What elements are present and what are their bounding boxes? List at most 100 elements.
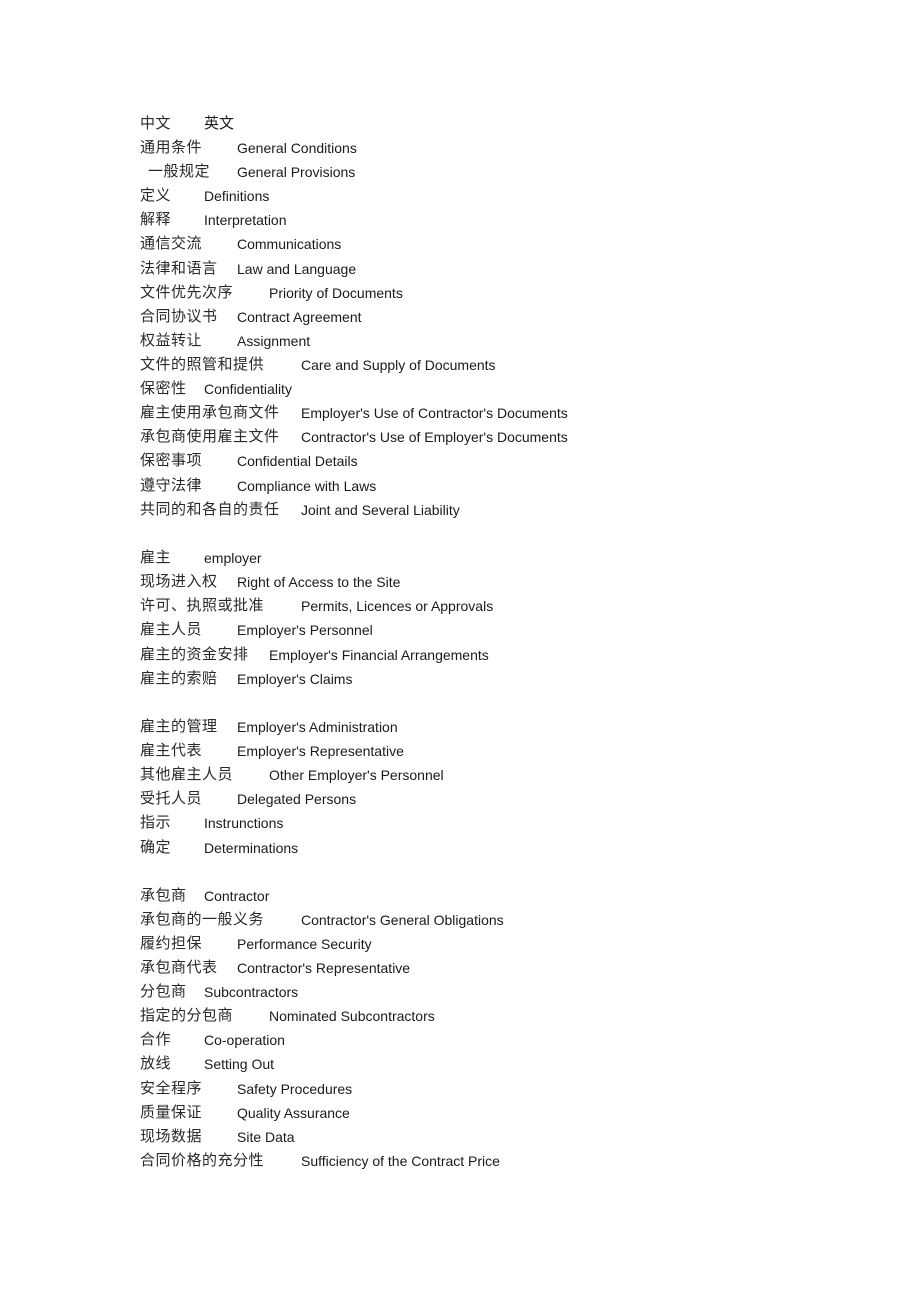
term-chinese: 雇主的资金安排 xyxy=(140,645,249,663)
term-english: Site Data xyxy=(237,1129,295,1145)
term-row: 保密性 Confidentiality xyxy=(0,377,920,399)
term-chinese: 履约担保 xyxy=(140,934,203,952)
term-chinese: 一般规定 xyxy=(148,162,211,180)
term-chinese: 雇主使用承包商文件 xyxy=(140,403,280,421)
term-chinese: 合同价格的充分性 xyxy=(140,1151,265,1169)
term-row: 权益转让 Assignment xyxy=(0,329,920,351)
term-chinese: 合作 xyxy=(140,1030,172,1048)
term-english: Care and Supply of Documents xyxy=(301,357,496,373)
term-row: 分包商 Subcontractors xyxy=(0,980,920,1002)
term-row: 合同价格的充分性 Sufficiency of the Contract Pri… xyxy=(0,1149,920,1171)
term-row: 法律和语言 Law and Language xyxy=(0,257,920,279)
term-english: Employer's Personnel xyxy=(237,622,373,638)
term-row: 通信交流 Communications xyxy=(0,232,920,254)
term-chinese: 共同的和各自的责任 xyxy=(140,500,280,518)
term-english: Confidentiality xyxy=(204,381,292,397)
term-chinese: 安全程序 xyxy=(140,1079,203,1097)
term-row: 保密事项 Confidential Details xyxy=(0,449,920,471)
term-chinese: 分包商 xyxy=(140,982,187,1000)
term-row: 承包商代表 Contractor's Representative xyxy=(0,956,920,978)
term-row: 许可、执照或批准 Permits, Licences or Approvals xyxy=(0,594,920,616)
term-row: 质量保证 Quality Assurance xyxy=(0,1101,920,1123)
term-english: Setting Out xyxy=(204,1056,275,1072)
term-row: 雇主代表 Employer's Representative xyxy=(0,739,920,761)
term-english: Performance Security xyxy=(237,936,372,952)
term-english: Co-operation xyxy=(204,1032,285,1048)
term-chinese: 法律和语言 xyxy=(140,259,218,277)
term-english: Priority of Documents xyxy=(269,285,403,301)
term-english: Confidential Details xyxy=(237,453,358,469)
term-english: General Conditions xyxy=(237,140,357,156)
term-chinese: 雇主人员 xyxy=(140,620,203,638)
term-english: Law and Language xyxy=(237,261,357,277)
term-row: 承包商的一般义务 Contractor's General Obligation… xyxy=(0,908,920,930)
term-row: 雇主使用承包商文件 Employer's Use of Contractor's… xyxy=(0,401,920,423)
term-row: 文件的照管和提供 Care and Supply of Documents xyxy=(0,353,920,375)
term-english: Employer's Claims xyxy=(237,671,353,687)
term-english: Subcontractors xyxy=(204,984,299,1000)
term-english: Contractor's General Obligations xyxy=(301,912,504,928)
term-english: Delegated Persons xyxy=(237,791,357,807)
term-row: 遵守法律 Compliance with Laws xyxy=(0,474,920,496)
term-chinese: 雇主代表 xyxy=(140,741,203,759)
document-page: 中文 英文 通用条件 General Conditions 一般规定 Gener… xyxy=(0,0,920,1302)
term-english: employer xyxy=(204,550,262,566)
term-row: 安全程序 Safety Procedures xyxy=(0,1077,920,1099)
term-chinese: 承包商的一般义务 xyxy=(140,910,265,928)
term-english: Contractor's Use of Employer's Documents xyxy=(301,429,568,445)
term-english: Other Employer's Personnel xyxy=(269,767,444,783)
term-chinese: 权益转让 xyxy=(140,331,203,349)
term-row: 承包商使用雇主文件 Contractor's Use of Employer's… xyxy=(0,425,920,447)
term-chinese: 指定的分包商 xyxy=(140,1006,234,1024)
term-english: Interpretation xyxy=(204,212,287,228)
term-row: 现场进入权 Right of Access to the Site xyxy=(0,570,920,592)
term-chinese: 保密性 xyxy=(140,379,187,397)
term-english: Communications xyxy=(237,236,342,252)
term-row: 指示 Instrunctions xyxy=(0,811,920,833)
term-english: Permits, Licences or Approvals xyxy=(301,598,494,614)
term-english: General Provisions xyxy=(237,164,356,180)
term-english: Instrunctions xyxy=(204,815,284,831)
term-chinese: 遵守法律 xyxy=(140,476,203,494)
term-english: Nominated Subcontractors xyxy=(269,1008,435,1024)
term-chinese: 其他雇主人员 xyxy=(140,765,234,783)
term-english: Safety Procedures xyxy=(237,1081,353,1097)
term-row: 共同的和各自的责任 Joint and Several Liability xyxy=(0,498,920,520)
term-chinese: 通信交流 xyxy=(140,234,203,252)
term-english: Assignment xyxy=(237,333,311,349)
term-english: Employer's Financial Arrangements xyxy=(269,647,489,663)
term-chinese: 承包商使用雇主文件 xyxy=(140,427,280,445)
term-english: Definitions xyxy=(204,188,270,204)
term-row: 确定 Determinations xyxy=(0,836,920,858)
term-chinese: 许可、执照或批准 xyxy=(140,596,265,614)
term-chinese: 合同协议书 xyxy=(140,307,218,325)
term-english: Right of Access to the Site xyxy=(237,574,401,590)
term-row: 通用条件 General Conditions xyxy=(0,136,920,158)
term-row: 放线 Setting Out xyxy=(0,1052,920,1074)
term-chinese: 中文 xyxy=(140,114,172,132)
term-row: 雇主的管理 Employer's Administration xyxy=(0,715,920,737)
term-chinese: 雇主的索赔 xyxy=(140,669,218,687)
term-row: 定义 Definitions xyxy=(0,184,920,206)
term-row: 受托人员 Delegated Persons xyxy=(0,787,920,809)
term-english: Determinations xyxy=(204,840,299,856)
term-chinese: 保密事项 xyxy=(140,451,203,469)
term-chinese: 雇主 xyxy=(140,548,172,566)
term-english: Quality Assurance xyxy=(237,1105,350,1121)
term-row: 解释 Interpretation xyxy=(0,208,920,230)
term-english: Compliance with Laws xyxy=(237,478,377,494)
term-row: 合同协议书 Contract Agreement xyxy=(0,305,920,327)
term-chinese: 现场进入权 xyxy=(140,572,218,590)
term-chinese: 文件优先次序 xyxy=(140,283,234,301)
term-chinese: 承包商 xyxy=(140,886,187,904)
term-english: Joint and Several Liability xyxy=(301,502,460,518)
term-chinese: 现场数据 xyxy=(140,1127,203,1145)
term-chinese: 雇主的管理 xyxy=(140,717,218,735)
term-english: Contractor's Representative xyxy=(237,960,411,976)
term-row: 文件优先次序 Priority of Documents xyxy=(0,281,920,303)
term-chinese: 放线 xyxy=(140,1054,172,1072)
term-row-header: 中文 英文 xyxy=(0,112,920,134)
term-english: Employer's Administration xyxy=(237,719,398,735)
term-row: 其他雇主人员 Other Employer's Personnel xyxy=(0,763,920,785)
term-chinese: 受托人员 xyxy=(140,789,203,807)
